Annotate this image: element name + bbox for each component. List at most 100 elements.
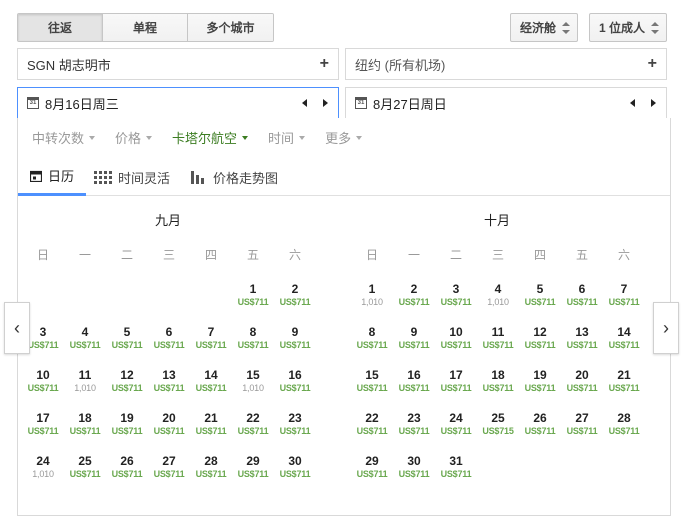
calendar-day[interactable]: 27 US$711	[148, 454, 190, 494]
filter-more[interactable]: 更多	[325, 128, 363, 147]
calendar-day[interactable]: 29 US$711	[232, 454, 274, 494]
calendar-day[interactable]: 14 US$711	[603, 325, 645, 365]
one-way-button[interactable]: 单程	[103, 14, 188, 41]
tab-calendar[interactable]: 日历	[18, 158, 87, 196]
calendar-day[interactable]: 25 US$711	[64, 454, 106, 494]
calendar-day[interactable]: 20 US$711	[561, 368, 603, 408]
calendar-day[interactable]: 22 US$711	[351, 411, 393, 451]
calendar-day[interactable]: 31 US$711	[435, 454, 477, 494]
calendar-day[interactable]: 28 US$711	[190, 454, 232, 494]
depart-date-field[interactable]: 31 8月16日周三	[17, 87, 339, 119]
calendar-day[interactable]: 25 US$715	[477, 411, 519, 451]
day-number: 29	[246, 454, 260, 468]
calendar-day[interactable]: 27 US$711	[561, 411, 603, 451]
calendar-day[interactable]: 5 US$711	[106, 325, 148, 365]
calendar-day[interactable]: 3 US$711	[435, 282, 477, 322]
calendar-day[interactable]: 2 US$711	[393, 282, 435, 322]
round-trip-button[interactable]: 往返	[18, 14, 103, 41]
calendar-day[interactable]: 22 US$711	[232, 411, 274, 451]
calendar-day[interactable]: 1 US$711	[232, 282, 274, 322]
origin-field[interactable]: SGN 胡志明市 +	[17, 48, 339, 80]
next-date-arrow-icon[interactable]	[651, 99, 656, 107]
day-number: 12	[120, 368, 134, 382]
calendar-day[interactable]: 23 US$711	[274, 411, 316, 451]
passengers-dropdown[interactable]: 1 位成人	[589, 13, 667, 42]
calendar-day[interactable]: 20 US$711	[148, 411, 190, 451]
return-date-field[interactable]: 31 8月27日周日	[345, 87, 667, 119]
calendar-day[interactable]: 18 US$711	[477, 368, 519, 408]
calendar-day[interactable]: 9 US$711	[274, 325, 316, 365]
filter-airline[interactable]: 卡塔尔航空	[172, 128, 249, 147]
calendar-day[interactable]: 5 US$711	[519, 282, 561, 322]
day-price: US$711	[524, 297, 556, 307]
calendar-day[interactable]: 28 US$711	[603, 411, 645, 451]
calendar-day[interactable]: 16 US$711	[393, 368, 435, 408]
calendar-day[interactable]: 26 US$711	[106, 454, 148, 494]
prev-month-button[interactable]: ‹	[4, 302, 30, 354]
calendar-day[interactable]: 12 US$711	[106, 368, 148, 408]
multi-city-button[interactable]: 多个城市	[188, 14, 273, 41]
calendar-day[interactable]: 24 1,010	[22, 454, 64, 494]
tab-flexible-dates[interactable]: 时间灵活	[94, 158, 170, 196]
day-price: US$711	[195, 469, 227, 479]
add-origin-plus-icon[interactable]: +	[320, 55, 329, 73]
calendar-day[interactable]: 7 US$711	[190, 325, 232, 365]
day-number: 6	[165, 325, 173, 339]
prev-date-arrow-icon[interactable]	[302, 99, 307, 107]
tab-price-graph[interactable]: 价格走势图	[191, 158, 278, 196]
calendar-day[interactable]: 30 US$711	[274, 454, 316, 494]
day-price: US$711	[153, 340, 185, 350]
cabin-class-dropdown[interactable]: 经济舱	[510, 13, 578, 42]
calendar-day[interactable]: 16 US$711	[274, 368, 316, 408]
day-price: US$711	[279, 297, 311, 307]
calendar-day[interactable]: 13 US$711	[561, 325, 603, 365]
add-destination-plus-icon[interactable]: +	[648, 55, 657, 73]
day-price: US$711	[111, 469, 143, 479]
prev-date-arrow-icon[interactable]	[630, 99, 635, 107]
calendar-day[interactable]: 2 US$711	[274, 282, 316, 322]
day-price: US$711	[356, 340, 388, 350]
calendar-day[interactable]: 21 US$711	[603, 368, 645, 408]
calendar-day[interactable]: 1 1,010	[351, 282, 393, 322]
calendar-day[interactable]: 17 US$711	[435, 368, 477, 408]
calendar-day[interactable]: 18 US$711	[64, 411, 106, 451]
calendar-day[interactable]: 29 US$711	[351, 454, 393, 494]
calendar-day[interactable]: 19 US$711	[106, 411, 148, 451]
calendar-day[interactable]: 11 US$711	[477, 325, 519, 365]
calendar-day[interactable]: 6 US$711	[561, 282, 603, 322]
filter-price[interactable]: 价格	[115, 128, 153, 147]
calendar-day[interactable]: 14 US$711	[190, 368, 232, 408]
calendar-day[interactable]: 7 US$711	[603, 282, 645, 322]
day-price: US$711	[398, 469, 430, 479]
filter-label: 卡塔尔航空	[172, 131, 238, 146]
calendar-day[interactable]: 24 US$711	[435, 411, 477, 451]
day-price: US$711	[27, 383, 59, 393]
calendar-day[interactable]: 15 1,010	[232, 368, 274, 408]
calendar-day[interactable]: 23 US$711	[393, 411, 435, 451]
day-price: 1,010	[32, 469, 54, 479]
calendar-day[interactable]: 10 US$711	[22, 368, 64, 408]
calendar-day[interactable]: 4 1,010	[477, 282, 519, 322]
calendar-day[interactable]: 11 1,010	[64, 368, 106, 408]
filter-stops[interactable]: 中转次数	[32, 128, 96, 147]
filter-time[interactable]: 时间	[268, 128, 306, 147]
next-month-button[interactable]: ›	[653, 302, 679, 354]
calendar-day[interactable]: 15 US$711	[351, 368, 393, 408]
calendar-day[interactable]: 4 US$711	[64, 325, 106, 365]
calendar-day[interactable]: 21 US$711	[190, 411, 232, 451]
calendar-day[interactable]: 10 US$711	[435, 325, 477, 365]
day-price: US$711	[279, 469, 311, 479]
calendar-day[interactable]: 13 US$711	[148, 368, 190, 408]
calendar-day[interactable]: 8 US$711	[232, 325, 274, 365]
calendar-day[interactable]: 19 US$711	[519, 368, 561, 408]
calendar-day[interactable]: 9 US$711	[393, 325, 435, 365]
calendar-day[interactable]: 17 US$711	[22, 411, 64, 451]
next-date-arrow-icon[interactable]	[323, 99, 328, 107]
calendar-day[interactable]: 12 US$711	[519, 325, 561, 365]
calendar-day[interactable]: 8 US$711	[351, 325, 393, 365]
calendar-day[interactable]: 6 US$711	[148, 325, 190, 365]
calendar-day[interactable]: 30 US$711	[393, 454, 435, 494]
day-price: US$711	[440, 340, 472, 350]
destination-field[interactable]: 纽约 (所有机场) +	[345, 48, 667, 80]
calendar-day[interactable]: 26 US$711	[519, 411, 561, 451]
